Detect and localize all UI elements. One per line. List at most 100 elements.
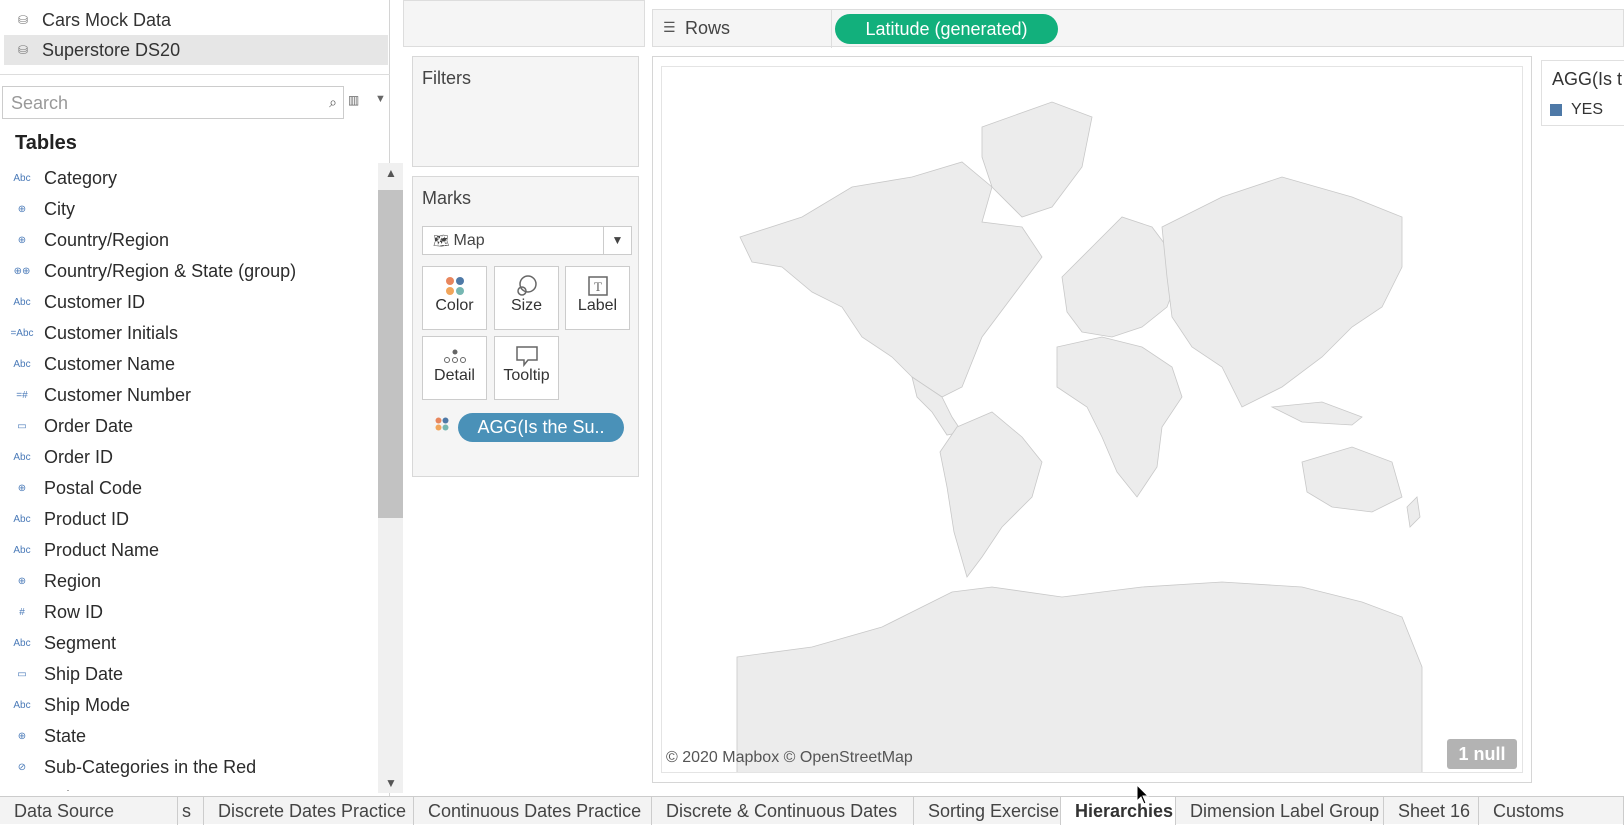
field-item[interactable]: ▭ Order Date xyxy=(0,411,378,442)
datasource-superstore-ds20[interactable]: ⛁ Superstore DS20 xyxy=(4,35,388,65)
filters-card[interactable]: Filters xyxy=(412,56,639,167)
color-button[interactable]: Color xyxy=(422,266,487,330)
field-label: Country/Region & State (group) xyxy=(44,261,297,281)
detail-icon xyxy=(423,337,486,367)
field-item[interactable]: =Abc Customer Initials xyxy=(0,318,378,349)
legend-swatch xyxy=(1550,104,1562,116)
null-indicator[interactable]: 1 null xyxy=(1447,739,1517,769)
tab-discrete-continuous-dates[interactable]: Discrete & Continuous Dates xyxy=(652,797,914,825)
datasource-cars-mock-data[interactable]: ⛁ Cars Mock Data xyxy=(4,5,388,35)
new-zealand-shape xyxy=(1406,496,1421,528)
field-type-icon: ▭ xyxy=(17,669,27,680)
field-label: Order ID xyxy=(44,447,114,467)
label-icon: T xyxy=(566,267,629,297)
field-item[interactable]: ⊕ City xyxy=(0,194,378,225)
label-button[interactable]: T Label xyxy=(565,266,630,330)
field-item[interactable]: ⊘ Sub-Categories in the Red xyxy=(0,752,378,783)
latitude-pill[interactable]: Latitude (generated) xyxy=(835,14,1058,44)
field-label: Category xyxy=(44,168,118,188)
tab-discrete-dates-practice[interactable]: Discrete Dates Practice xyxy=(204,797,414,825)
tab-data-source[interactable]: Data Source xyxy=(0,797,178,825)
field-item[interactable]: AbcSub-Category xyxy=(0,783,378,791)
field-item[interactable]: ⊕ Region xyxy=(0,566,378,597)
field-type-icon: ⊕ xyxy=(17,731,27,742)
scrollbar[interactable]: ▲ ▼ xyxy=(378,163,403,793)
south-america-shape xyxy=(939,411,1043,578)
search-input[interactable]: Search ⌕ xyxy=(2,86,344,119)
divider xyxy=(831,10,832,48)
field-label: Customer Initials xyxy=(44,323,179,343)
field-item[interactable]: Abc Customer Name xyxy=(0,349,378,380)
size-label: Size xyxy=(510,297,543,314)
field-item[interactable]: # Row ID xyxy=(0,597,378,628)
field-item[interactable]: ⊕ Postal Code xyxy=(0,473,378,504)
field-label: Country/Region xyxy=(44,230,170,250)
field-type-icon: ⊕ xyxy=(17,204,27,215)
color-legend[interactable]: AGG(Is t YES xyxy=(1541,60,1624,126)
tab-dimension-label-group[interactable]: Dimension Label Group xyxy=(1176,797,1384,825)
africa-shape xyxy=(1056,336,1183,498)
field-item[interactable]: Abc Category xyxy=(0,163,378,194)
tooltip-label: Tooltip xyxy=(503,367,550,384)
tab-sorting-exercise[interactable]: Sorting Exercise xyxy=(914,797,1061,825)
field-item[interactable]: Abc Segment xyxy=(0,628,378,659)
chevron-down-icon[interactable]: ▼ xyxy=(375,93,386,105)
world-map xyxy=(736,101,1423,772)
search-placeholder: Search xyxy=(11,93,69,113)
marks-card: Marks 🗺 Map ▼ Color Size T Label Detail … xyxy=(412,176,639,477)
legend-item-label: YES xyxy=(1571,101,1604,118)
filters-label: Filters xyxy=(422,68,471,88)
field-item[interactable]: Abc Order ID xyxy=(0,442,378,473)
field-type-icon: Abc xyxy=(13,297,31,308)
field-type-icon: Abc xyxy=(13,452,31,463)
map-view[interactable] xyxy=(661,66,1523,773)
tab-customs[interactable]: Customs xyxy=(1479,797,1624,825)
tab-continuous-dates-practice[interactable]: Continuous Dates Practice xyxy=(414,797,652,825)
field-label: State xyxy=(44,726,87,746)
field-item[interactable]: ⊕⊕ Country/Region & State (group) xyxy=(0,256,378,287)
field-label: Customer Name xyxy=(44,354,176,374)
rows-label: Rows xyxy=(685,18,731,38)
chevron-up-icon[interactable]: ▲ xyxy=(385,166,397,180)
field-item[interactable]: Abc Customer ID xyxy=(0,287,378,318)
field-type-icon: Abc xyxy=(13,545,31,556)
australia-shape xyxy=(1301,446,1403,513)
svg-text:T: T xyxy=(594,279,602,294)
rows-icon: ☰ xyxy=(663,19,676,35)
color-field-pill[interactable]: AGG(Is the Su.. xyxy=(458,413,624,442)
mark-type-value: Map xyxy=(453,231,485,249)
field-type-icon: =Abc xyxy=(10,328,34,339)
field-label: Postal Code xyxy=(44,478,143,498)
field-label: Order Date xyxy=(44,416,134,436)
tab-hierarchies[interactable]: Hierarchies xyxy=(1061,797,1176,825)
field-type-icon: Abc xyxy=(13,173,31,184)
mark-type-select[interactable]: 🗺 Map ▼ xyxy=(422,226,632,255)
map-icon: 🗺 xyxy=(433,232,450,248)
field-item[interactable]: Abc Product Name xyxy=(0,535,378,566)
search-icon[interactable]: ⌕ xyxy=(329,94,337,111)
field-item[interactable]: ⊕ Country/Region xyxy=(0,225,378,256)
field-item[interactable]: ▭ Ship Date xyxy=(0,659,378,690)
field-item[interactable]: Abc Product ID xyxy=(0,504,378,535)
view-list-icon[interactable]: ▥ xyxy=(348,93,364,109)
rows-shelf[interactable]: ☰ Rows Latitude (generated) xyxy=(652,9,1624,48)
tab-sheet-16[interactable]: Sheet 16 xyxy=(1384,797,1479,825)
color-icon xyxy=(423,267,486,297)
detail-button[interactable]: Detail xyxy=(422,336,487,400)
tooltip-button[interactable]: Tooltip xyxy=(494,336,559,400)
field-item[interactable]: Abc Ship Mode xyxy=(0,690,378,721)
scrollbar-thumb[interactable] xyxy=(378,190,403,518)
tables-heading: Tables xyxy=(15,132,77,154)
columns-shelf[interactable] xyxy=(403,0,645,47)
field-type-icon: =# xyxy=(16,390,28,401)
field-label: Customer Number xyxy=(44,385,192,405)
chevron-down-icon[interactable]: ▼ xyxy=(385,776,397,790)
database-check-icon: ⛁ xyxy=(18,43,29,57)
field-type-icon: ⊕ xyxy=(17,235,27,246)
size-button[interactable]: Size xyxy=(494,266,559,330)
field-item[interactable]: =# Customer Number xyxy=(0,380,378,411)
tab-s[interactable]: s xyxy=(178,797,204,825)
field-item[interactable]: ⊕ State xyxy=(0,721,378,752)
indonesia-shape xyxy=(1270,401,1363,426)
chevron-down-icon[interactable]: ▼ xyxy=(603,227,631,254)
